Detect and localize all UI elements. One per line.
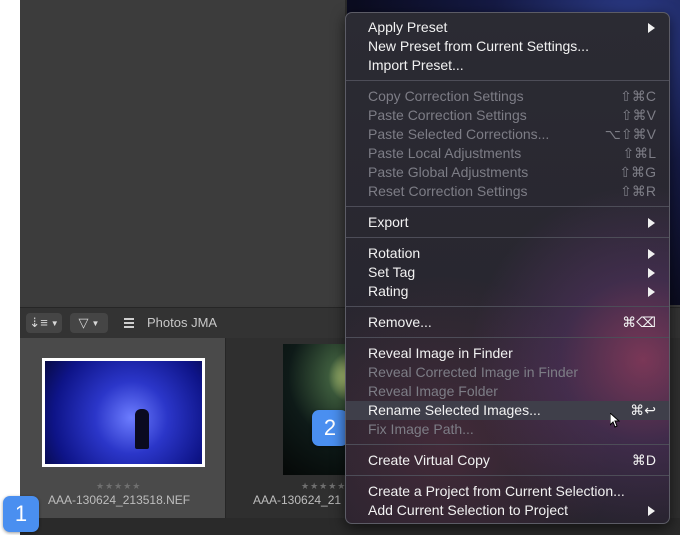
menu-separator	[346, 80, 669, 81]
filter-icon: ▽	[78, 315, 89, 330]
submenu-arrow-icon	[648, 287, 655, 297]
collection-icon	[124, 318, 134, 328]
menu-separator	[346, 237, 669, 238]
menu-shortcut: ⌘D	[631, 452, 656, 468]
submenu-arrow-icon	[648, 249, 655, 259]
submenu-arrow-icon	[648, 268, 655, 278]
menu-item-label: Reveal Image in Finder	[368, 345, 513, 361]
performer-silhouette	[135, 409, 149, 449]
menu-item-rotation[interactable]: Rotation	[346, 244, 669, 263]
menu-item-label: Create a Project from Current Selection.…	[368, 483, 625, 499]
menu-separator	[346, 206, 669, 207]
thumbnail-cell-selected[interactable]: ★★★★★ AAA-130624_213518.NEF	[20, 338, 225, 518]
chevron-down-icon: ▼	[50, 318, 59, 328]
menu-item-label: Apply Preset	[368, 19, 448, 35]
menu-item-label: Paste Global Adjustments	[368, 164, 529, 180]
menu-item-label: Remove...	[368, 314, 432, 330]
menu-item-fix-path: Fix Image Path...	[346, 420, 669, 439]
menu-item-label: Rating	[368, 283, 409, 299]
menu-shortcut: ⇧⌘G	[619, 164, 656, 180]
filter-button[interactable]: ▽ ▼	[70, 313, 108, 333]
sort-button[interactable]: ⇣≡ ▼	[26, 313, 62, 333]
chevron-down-icon: ▼	[91, 318, 100, 328]
collection-title: Photos JMA	[147, 315, 218, 330]
menu-shortcut: ⇧⌘C	[620, 88, 656, 104]
menu-item-new-preset[interactable]: New Preset from Current Settings...	[346, 37, 669, 56]
menu-shortcut: ⌥⇧⌘V	[604, 126, 656, 142]
cell-divider	[225, 338, 226, 518]
step-badge-2: 2	[312, 410, 348, 446]
menu-item-label: Rename Selected Images...	[368, 402, 541, 418]
menu-item-label: Set Tag	[368, 264, 416, 280]
menu-shortcut: ⇧⌘V	[620, 107, 656, 123]
menu-item-import-preset[interactable]: Import Preset...	[346, 56, 669, 75]
menu-item-label: Export	[368, 214, 409, 230]
menu-item-reveal-folder: Reveal Image Folder	[346, 382, 669, 401]
menu-item-apply-preset[interactable]: Apply Preset	[346, 18, 669, 37]
menu-shortcut: ⇧⌘R	[620, 183, 656, 199]
menu-item-rename-selected[interactable]: Rename Selected Images... ⌘↩	[346, 401, 669, 420]
menu-item-label: New Preset from Current Settings...	[368, 38, 589, 54]
rating-stars[interactable]: ★★★★★	[96, 481, 141, 492]
menu-item-remove[interactable]: Remove... ⌘⌫	[346, 313, 669, 332]
step-badge-1: 1	[3, 496, 39, 532]
context-menu: Apply Preset New Preset from Current Set…	[345, 12, 670, 524]
menu-separator	[346, 306, 669, 307]
menu-item-label: Paste Correction Settings	[368, 107, 527, 123]
menu-item-add-to-project[interactable]: Add Current Selection to Project	[346, 501, 669, 520]
submenu-arrow-icon	[648, 218, 655, 228]
menu-item-label: Reveal Corrected Image in Finder	[368, 364, 579, 380]
submenu-arrow-icon	[648, 23, 655, 33]
menu-item-label: Add Current Selection to Project	[368, 502, 568, 518]
menu-separator	[346, 444, 669, 445]
menu-item-reset-correction: Reset Correction Settings ⇧⌘R	[346, 182, 669, 201]
menu-item-export[interactable]: Export	[346, 213, 669, 232]
menu-item-label: Copy Correction Settings	[368, 88, 524, 104]
menu-item-label: Reset Correction Settings	[368, 183, 528, 199]
menu-separator	[346, 337, 669, 338]
menu-item-copy-correction: Copy Correction Settings ⇧⌘C	[346, 87, 669, 106]
thumbnail-image[interactable]	[42, 358, 205, 467]
submenu-arrow-icon	[648, 506, 655, 516]
menu-item-label: Paste Selected Corrections...	[368, 126, 550, 142]
menu-shortcut: ⇧⌘L	[622, 145, 656, 161]
menu-item-label: Import Preset...	[368, 57, 464, 73]
rating-stars[interactable]: ★★★★★	[301, 481, 346, 492]
menu-item-label: Create Virtual Copy	[368, 452, 490, 468]
menu-item-paste-local: Paste Local Adjustments ⇧⌘L	[346, 144, 669, 163]
menu-item-label: Fix Image Path...	[368, 421, 474, 437]
menu-item-label: Rotation	[368, 245, 421, 261]
menu-item-reveal-corrected: Reveal Corrected Image in Finder	[346, 363, 669, 382]
menu-shortcut: ⌘↩	[630, 402, 656, 418]
menu-item-paste-selected: Paste Selected Corrections... ⌥⇧⌘V	[346, 125, 669, 144]
menu-shortcut: ⌘⌫	[622, 314, 656, 330]
thumbnail-label: AAA-130624_213518.NEF	[48, 493, 191, 507]
menu-item-paste-correction: Paste Correction Settings ⇧⌘V	[346, 106, 669, 125]
menu-item-create-virtual-copy[interactable]: Create Virtual Copy ⌘D	[346, 451, 669, 470]
menu-item-label: Paste Local Adjustments	[368, 145, 522, 161]
menu-item-set-tag[interactable]: Set Tag	[346, 263, 669, 282]
mouse-cursor-icon	[610, 413, 620, 428]
thumbnail-label: AAA-130624_21	[253, 493, 342, 507]
menu-item-reveal-finder[interactable]: Reveal Image in Finder	[346, 344, 669, 363]
menu-item-label: Reveal Image Folder	[368, 383, 498, 399]
menu-item-rating[interactable]: Rating	[346, 282, 669, 301]
menu-separator	[346, 475, 669, 476]
menu-item-paste-global: Paste Global Adjustments ⇧⌘G	[346, 163, 669, 182]
menu-item-create-project[interactable]: Create a Project from Current Selection.…	[346, 482, 669, 501]
sort-icon: ⇣≡	[29, 315, 48, 330]
viewer-area	[20, 0, 345, 305]
